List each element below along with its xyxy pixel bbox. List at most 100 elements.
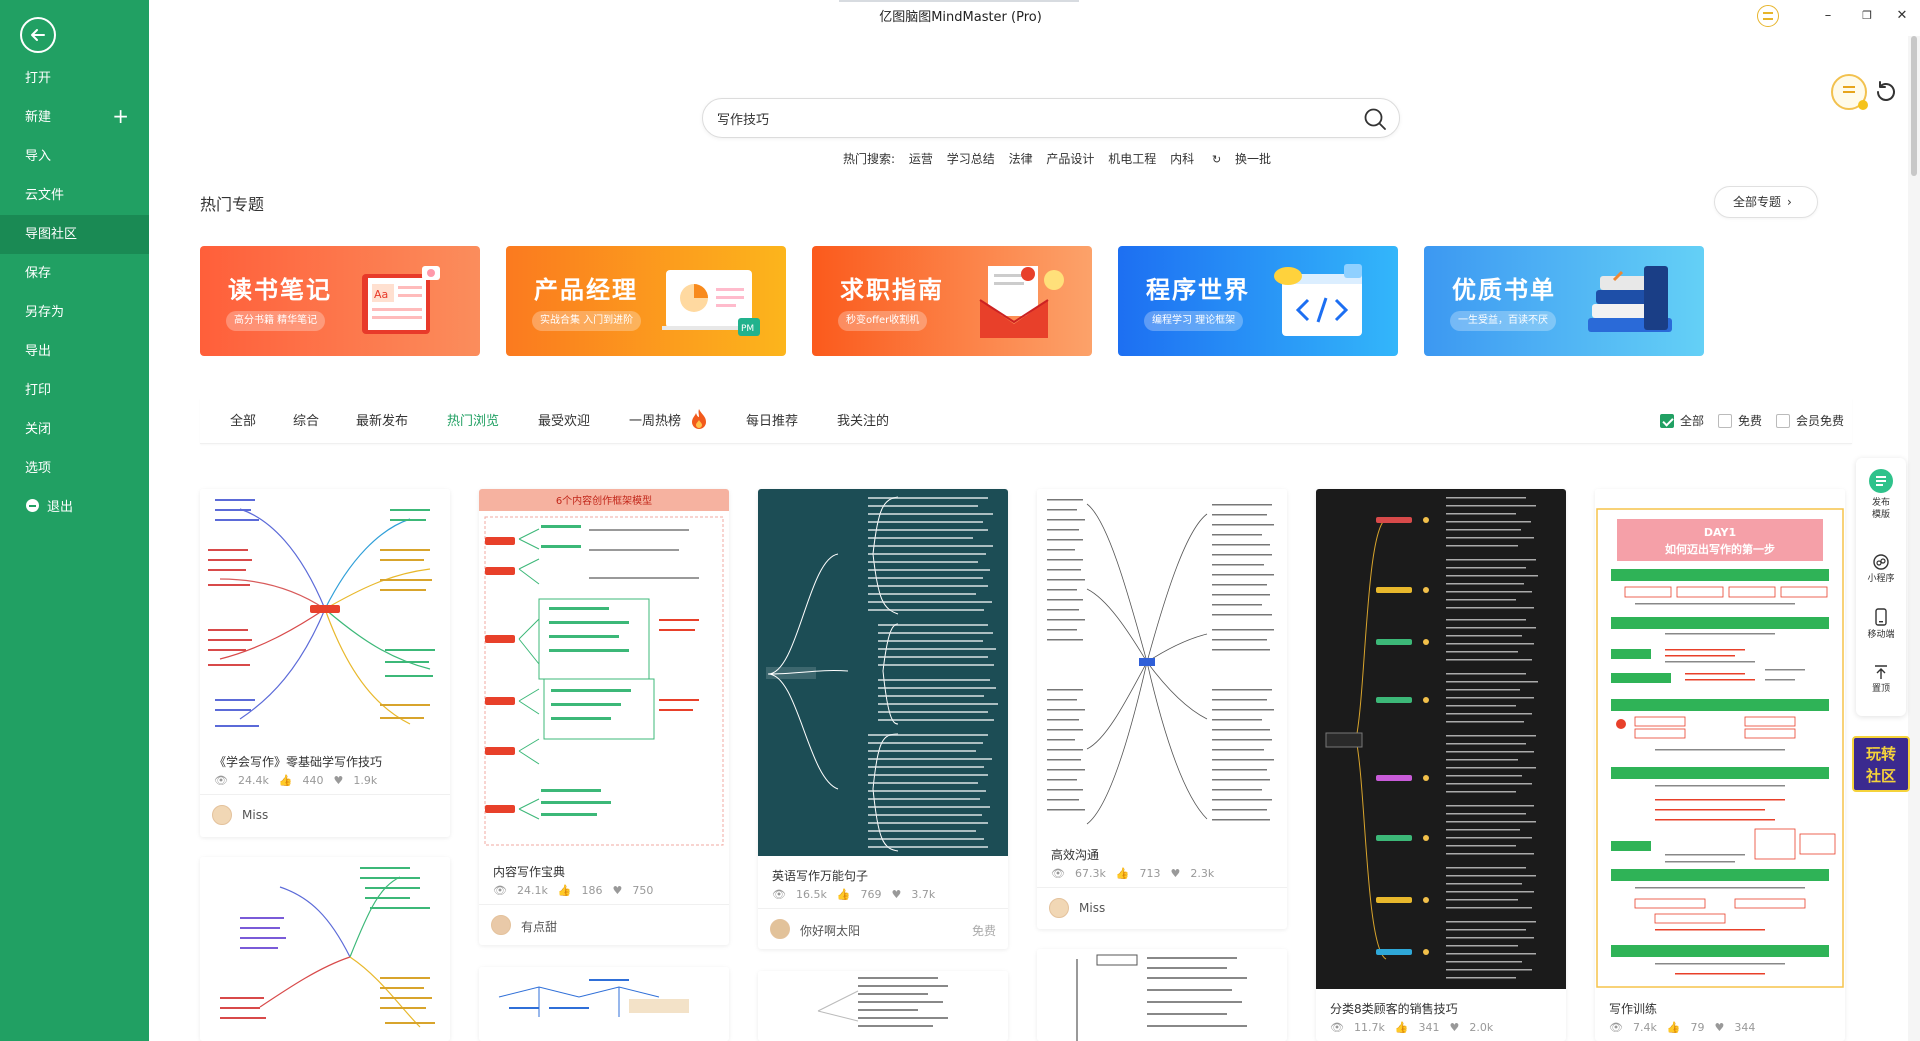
sidebar-item-community[interactable]: 导图社区 (0, 215, 149, 254)
sidebar-item-save[interactable]: 保存 (0, 254, 149, 293)
tab-weekly-hot[interactable]: 一周热榜 (629, 410, 681, 429)
tab-most-popular[interactable]: 最受欢迎 (538, 410, 590, 429)
tab-following[interactable]: 我关注的 (837, 410, 889, 429)
avatar[interactable] (491, 915, 511, 935)
float-label: 发布 模版 (1871, 498, 1890, 520)
history-icon[interactable] (1872, 78, 1900, 106)
scrollbar-track[interactable] (1908, 36, 1920, 1041)
title-tab-indicator (839, 0, 1079, 2)
eye-icon: 👁 (1609, 1021, 1623, 1034)
back-button[interactable] (20, 17, 56, 53)
to-top-icon (1875, 665, 1887, 679)
filter-check-all[interactable]: 全部 (1660, 412, 1704, 429)
thumb-day-label: DAY1 (1704, 526, 1736, 539)
account-menu-icon[interactable] (1757, 5, 1779, 27)
refresh-icon[interactable]: ↻ (1212, 153, 1221, 166)
float-label: 置顶 (1871, 684, 1890, 694)
template-card[interactable]: 《学会写作》零基础学写作技巧 👁 24.4k 👍 440 ♥ 1.9k Miss (200, 489, 450, 837)
scrollbar-thumb[interactable] (1911, 36, 1917, 176)
template-card[interactable] (1037, 949, 1287, 1041)
sidebar-item-label: 导入 (25, 149, 52, 164)
checkbox[interactable] (1776, 414, 1790, 428)
banner-title: 优质书单 (1452, 276, 1556, 304)
hot-term[interactable]: 内科 (1170, 152, 1194, 166)
avatar[interactable] (212, 805, 232, 825)
all-topics-button[interactable]: 全部专题 › (1714, 186, 1818, 218)
avatar[interactable] (770, 919, 790, 939)
hot-term[interactable]: 机电工程 (1108, 152, 1156, 166)
mobile-button[interactable]: 移动端 (1856, 608, 1906, 641)
sidebar-item-label: 导出 (25, 344, 52, 359)
hot-term[interactable]: 运营 (909, 152, 933, 166)
to-top-button[interactable]: 置顶 (1856, 664, 1906, 695)
topic-banner[interactable]: 读书笔记 高分书籍 精华笔记 Aa (200, 246, 480, 356)
sidebar-item-cloud[interactable]: 云文件 (0, 176, 149, 215)
heart-icon: ♥ (891, 888, 902, 901)
sidebar-item-label: 保存 (25, 266, 52, 281)
sidebar-item-export[interactable]: 导出 (0, 332, 149, 371)
sidebar-item-new[interactable]: 新建 + (0, 98, 149, 137)
sidebar-item-open[interactable]: 打开 (0, 59, 149, 98)
heart-icon: ♥ (1449, 1021, 1460, 1034)
restore-button[interactable]: ❐ (1852, 6, 1882, 26)
template-card[interactable] (479, 967, 729, 1041)
sidebar-item-options[interactable]: 选项 (0, 449, 149, 488)
likes-count: 440 (302, 774, 324, 787)
mini-program-button[interactable]: 小程序 (1856, 554, 1906, 585)
exit-icon (26, 499, 39, 512)
user-avatar[interactable] (1831, 74, 1868, 110)
sidebar-item-label: 选项 (25, 461, 52, 476)
publish-template-button[interactable]: 发布 模版 (1856, 468, 1906, 521)
topic-banner[interactable]: 求职指南 秒变offer收割机 (812, 246, 1092, 356)
sidebar-item-exit[interactable]: 退出 (0, 488, 149, 527)
template-card[interactable]: 6个内容创作框架模型 内容写作宝典 👁 24.1k 👍 186 ♥ 750 有点甜 (479, 489, 729, 945)
minimize-button[interactable]: – (1813, 6, 1843, 26)
check-label: 会员免费 (1796, 414, 1845, 428)
checkbox[interactable] (1718, 414, 1732, 428)
sidebar-item-save-as[interactable]: 另存为 (0, 293, 149, 332)
template-card[interactable]: DAY1 如何迈出写作的第一步 写作训练 👁 7.4k 👍 79 ♥ 344 (1595, 489, 1845, 1041)
card-thumbnail: 6个内容创作框架模型 (479, 489, 729, 851)
back-arrow-icon (31, 29, 45, 41)
card-author[interactable]: Miss (1079, 901, 1105, 915)
checkbox-checked[interactable] (1660, 414, 1674, 428)
template-card[interactable]: 分类8类顾客的销售技巧 👁 11.7k 👍 341 ♥ 2.0k (1316, 489, 1566, 1041)
search-input[interactable] (717, 107, 1317, 129)
topic-banner[interactable]: 优质书单 一生受益，百读不厌 (1424, 246, 1704, 356)
hot-term[interactable]: 学习总结 (947, 152, 995, 166)
topic-banner[interactable]: 产品经理 实战合集 入门到进阶 PM (506, 246, 786, 356)
sidebar-item-close[interactable]: 关闭 (0, 410, 149, 449)
views-count: 24.1k (516, 884, 548, 897)
community-badge[interactable]: 玩转 社区 (1852, 736, 1910, 792)
plus-icon[interactable]: + (112, 98, 129, 135)
search-icon[interactable] (1363, 107, 1387, 131)
card-author[interactable]: 有点甜 (521, 918, 557, 935)
card-author[interactable]: 你好啊太阳 (800, 922, 860, 939)
avatar[interactable] (1049, 898, 1069, 918)
filter-check-member-free[interactable]: 会员免费 (1776, 412, 1844, 429)
template-card[interactable] (200, 857, 450, 1041)
card-author[interactable]: Miss (242, 808, 268, 822)
sidebar-item-import[interactable]: 导入 (0, 137, 149, 176)
topic-banner[interactable]: 程序世界 编程学习 理论框架 (1118, 246, 1398, 356)
tab-hot-browse[interactable]: 热门浏览 (447, 410, 499, 429)
card-thumbnail (200, 857, 450, 1041)
tab-all[interactable]: 全部 (230, 410, 256, 429)
search-box (702, 98, 1400, 138)
title-bar: 亿图脑图MindMaster (Pro) – ❐ ✕ (149, 0, 1920, 36)
refresh-link[interactable]: 换一批 (1235, 152, 1271, 166)
sidebar-item-print[interactable]: 打印 (0, 371, 149, 410)
template-card[interactable]: 高效沟通 👁 67.3k 👍 713 ♥ 2.3k Miss (1037, 489, 1287, 929)
template-card[interactable]: 英语写作万能句子 👁 16.5k 👍 769 ♥ 3.7k 你好啊太阳 免费 (758, 489, 1008, 949)
tab-daily-recommend[interactable]: 每日推荐 (746, 410, 798, 429)
template-card[interactable] (758, 971, 1008, 1041)
tab-latest[interactable]: 最新发布 (356, 410, 408, 429)
close-button[interactable]: ✕ (1887, 6, 1917, 26)
likes-count: 186 (581, 884, 603, 897)
envelope-icon (979, 266, 1064, 338)
filter-check-free[interactable]: 免费 (1718, 412, 1762, 429)
hot-term[interactable]: 法律 (1009, 152, 1033, 166)
tab-general[interactable]: 综合 (293, 410, 319, 429)
mini-program-icon (1873, 554, 1889, 570)
hot-term[interactable]: 产品设计 (1046, 152, 1094, 166)
